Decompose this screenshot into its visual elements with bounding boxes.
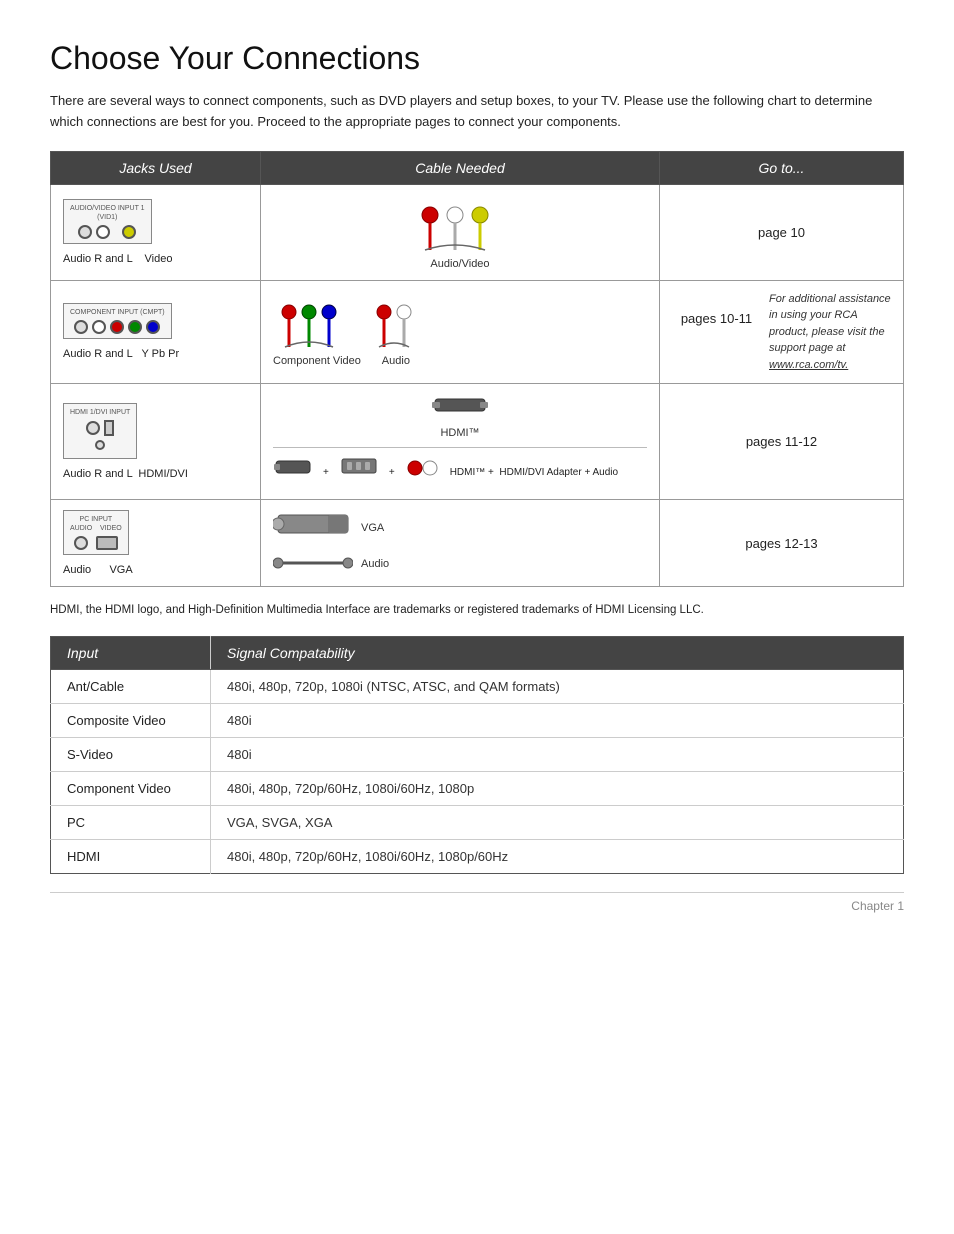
compat-input-cell: HDMI xyxy=(51,839,211,873)
goto-cell-vga: pages 12-13 xyxy=(659,500,903,587)
side-note-component: For additional assistance in using your … xyxy=(761,291,891,374)
jack-label-vga: Audio VGA xyxy=(63,564,248,576)
jack-c4 xyxy=(128,320,142,334)
jack-circle-audio-l xyxy=(96,225,110,239)
compat-input-cell: S-Video xyxy=(51,737,211,771)
jack-label-component: Audio R and L Y Pb Pr xyxy=(63,348,248,360)
goto-text-component: pages 10-11 xyxy=(672,291,761,326)
audio-label-component: Audio xyxy=(371,355,421,367)
jack-c3 xyxy=(110,320,124,334)
compat-col-signal: Signal Compatability xyxy=(211,636,904,669)
hdmi-cable-label-bottom: HDMI™ + HDMI/DVI Adapter + Audio xyxy=(450,467,618,478)
jack-circle-video xyxy=(122,225,136,239)
connection-row-av: AUDIO/VIDEO INPUT 1(VID1) Audio R and L … xyxy=(51,184,904,280)
goto-outer-component: pages 10-11 For additional assistance in… xyxy=(659,280,903,384)
vga-cable-svg xyxy=(273,510,353,545)
jack-label-av: Audio R and L Video xyxy=(63,253,248,265)
cable-label-av: Audio/Video xyxy=(273,258,647,270)
jack-diagram-component: COMPONENT INPUT (CMPT) xyxy=(63,303,172,339)
cable-item-vga: VGA xyxy=(273,510,384,545)
compat-input-cell: PC xyxy=(51,805,211,839)
rca-url: www.rca.com/tv. xyxy=(769,359,848,371)
hdmi-cable-label-top: HDMI™ xyxy=(273,427,647,439)
jack-c5 xyxy=(146,320,160,334)
cable-icon-hdmi-bottom: + + xyxy=(273,456,647,489)
jack-diagram-av: AUDIO/VIDEO INPUT 1(VID1) xyxy=(63,199,152,244)
cable-item-audio: Audio xyxy=(273,551,389,576)
cable-row-component: Component Video Audio xyxy=(273,297,647,367)
audio-cable-svg xyxy=(371,297,421,352)
jack-label-hdmi: Audio R and L HDMI/DVI xyxy=(63,468,248,480)
cable-icon-component-audio: Audio xyxy=(371,297,421,367)
compat-row: Composite Video480i xyxy=(51,703,904,737)
cell-divider-hdmi xyxy=(273,447,647,448)
jacks-cell-hdmi: HDMI 1/DVI INPUT Audio R and L HDMI/DVI xyxy=(51,384,261,500)
col-header-goto: Go to... xyxy=(659,151,903,184)
connection-row-vga: PC INPUT AUDIO VIDEO Audio VGA xyxy=(51,500,904,587)
jack-hdmi-audio xyxy=(86,421,100,435)
compat-signal-cell: 480i, 480p, 720p/60Hz, 1080i/60Hz, 1080p… xyxy=(211,839,904,873)
goto-with-note: pages 10-11 For additional assistance in… xyxy=(672,291,891,374)
compat-signal-cell: 480i xyxy=(211,703,904,737)
jack-c2 xyxy=(92,320,106,334)
col-header-jacks: Jacks Used xyxy=(51,151,261,184)
jack-hdmi-extra xyxy=(95,440,105,450)
compat-row: HDMI480i, 480p, 720p/60Hz, 1080i/60Hz, 1… xyxy=(51,839,904,873)
jack-c1 xyxy=(74,320,88,334)
component-video-label: Component Video xyxy=(273,355,361,367)
compat-signal-cell: 480i, 480p, 720p, 1080i (NTSC, ATSC, and… xyxy=(211,669,904,703)
goto-cell-hdmi: pages 11-12 xyxy=(659,384,903,500)
compat-signal-cell: 480i, 480p, 720p/60Hz, 1080i/60Hz, 1080p xyxy=(211,771,904,805)
goto-cell-av: page 10 xyxy=(659,184,903,280)
jack-vga-port xyxy=(96,536,118,550)
cable-icon-component-video: Component Video xyxy=(273,297,361,367)
audio-cable-label-vga: Audio xyxy=(361,558,389,570)
compat-input-cell: Composite Video xyxy=(51,703,211,737)
hdmi-notice: HDMI, the HDMI logo, and High-Definition… xyxy=(50,601,904,619)
cable-icon-hdmi-top: HDMI™ xyxy=(273,394,647,439)
connection-row-hdmi: HDMI 1/DVI INPUT Audio R and L HDMI/DVI xyxy=(51,384,904,500)
jack-vga-audio xyxy=(74,536,88,550)
vga-cable-label: VGA xyxy=(361,522,384,534)
compat-row: Component Video480i, 480p, 720p/60Hz, 10… xyxy=(51,771,904,805)
compat-row: PCVGA, SVGA, XGA xyxy=(51,805,904,839)
hdmi-cable-top-svg xyxy=(430,394,490,424)
hdmi-cable-bottom-svg xyxy=(273,456,313,486)
compat-row: S-Video480i xyxy=(51,737,904,771)
cable-cell-component: Component Video Audio xyxy=(261,280,660,384)
component-cable-svg xyxy=(277,297,357,352)
jack-hdmi-port xyxy=(104,420,114,436)
chapter-note: Chapter 1 xyxy=(50,892,904,913)
jacks-cell-vga: PC INPUT AUDIO VIDEO Audio VGA xyxy=(51,500,261,587)
jack-diagram-hdmi: HDMI 1/DVI INPUT xyxy=(63,403,137,459)
cable-icon-av: Audio/Video xyxy=(273,195,647,270)
jack-diagram-vga: PC INPUT AUDIO VIDEO xyxy=(63,510,129,555)
connection-row-component: COMPONENT INPUT (CMPT) Audio R and L Y P… xyxy=(51,280,904,384)
compat-row: Ant/Cable480i, 480p, 720p, 1080i (NTSC, … xyxy=(51,669,904,703)
cable-group-vga: VGA Audio xyxy=(273,510,647,576)
compat-table: Input Signal Compatability Ant/Cable480i… xyxy=(50,636,904,874)
cable-cell-hdmi: HDMI™ + xyxy=(261,384,660,500)
hdmi-audio-cable-svg xyxy=(405,456,440,486)
cable-cell-vga: VGA Audio xyxy=(261,500,660,587)
compat-input-cell: Ant/Cable xyxy=(51,669,211,703)
audio-cable-vga-svg xyxy=(273,551,353,576)
col-header-cable: Cable Needed xyxy=(261,151,660,184)
jacks-cell-av: AUDIO/VIDEO INPUT 1(VID1) Audio R and L … xyxy=(51,184,261,280)
cable-cell-av: Audio/Video xyxy=(261,184,660,280)
compat-col-input: Input xyxy=(51,636,211,669)
hdmi-dvi-adapter-svg xyxy=(339,456,379,486)
connections-table: Jacks Used Cable Needed Go to... AUDIO/V… xyxy=(50,151,904,588)
page-title: Choose Your Connections xyxy=(50,40,904,77)
intro-text: There are several ways to connect compon… xyxy=(50,91,904,133)
compat-input-cell: Component Video xyxy=(51,771,211,805)
compat-signal-cell: VGA, SVGA, XGA xyxy=(211,805,904,839)
av-cable-svg xyxy=(415,195,505,255)
compat-signal-cell: 480i xyxy=(211,737,904,771)
jack-circle-audio-r xyxy=(78,225,92,239)
jacks-cell-component: COMPONENT INPUT (CMPT) Audio R and L Y P… xyxy=(51,280,261,384)
